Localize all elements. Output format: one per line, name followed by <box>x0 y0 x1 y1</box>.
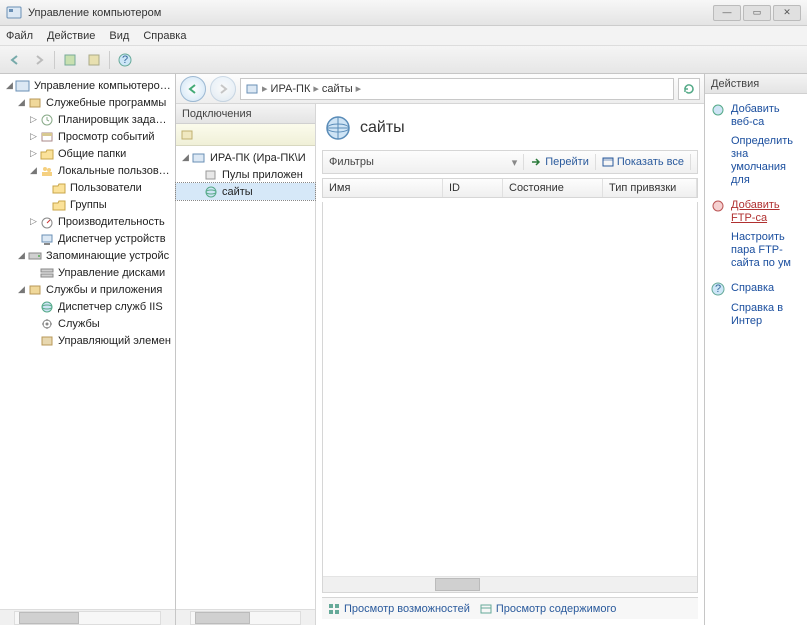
tree-scheduler[interactable]: ▷Планировщик заданий <box>0 111 175 128</box>
action-online-help[interactable]: Справка в Интер <box>711 299 801 331</box>
connections-tool-icon[interactable] <box>180 128 194 142</box>
connections-panel: Подключения ◢ИРА-ПК (Ира-ПК\И Пулы прило… <box>176 104 316 625</box>
action-ftp-defaults[interactable]: Настроить пара FTP-сайта по ум <box>711 228 801 273</box>
refresh-button[interactable] <box>678 78 700 100</box>
toolbar: ? <box>0 46 807 74</box>
menu-file[interactable]: Файл <box>6 30 33 42</box>
crumb-host[interactable]: ИРА-ПК <box>271 83 311 95</box>
action-add-site[interactable]: Добавить веб-са <box>711 100 801 132</box>
col-id[interactable]: ID <box>443 179 503 197</box>
back-button[interactable] <box>4 49 26 71</box>
crumb-node[interactable]: сайты <box>322 83 353 95</box>
breadcrumb[interactable]: ▸ ИРА-ПК ▸ сайты ▸ <box>240 78 674 100</box>
tool-button-1[interactable] <box>59 49 81 71</box>
window-title: Управление компьютером <box>28 7 161 19</box>
tree-services[interactable]: Службы <box>0 315 175 332</box>
tool-button-2[interactable] <box>83 49 105 71</box>
left-scrollbar[interactable] <box>0 609 175 625</box>
tab-features[interactable]: Просмотр возможностей <box>328 603 470 615</box>
tree-root[interactable]: ◢Управление компьютером (л <box>0 77 175 94</box>
nav-forward-button[interactable] <box>210 76 236 102</box>
filter-showall[interactable]: Показать все <box>602 156 684 168</box>
left-tree-panel: ◢Управление компьютером (л ◢Служебные пр… <box>0 74 176 625</box>
tree-users[interactable]: Пользователи <box>0 179 175 196</box>
action-add-ftp[interactable]: Добавить FTP-са <box>711 196 801 228</box>
connections-toolbar <box>176 124 315 146</box>
grid-body[interactable] <box>322 202 698 593</box>
tree-diskmgr[interactable]: Управление дисками <box>0 264 175 281</box>
conn-pools[interactable]: Пулы приложен <box>176 166 315 183</box>
filter-label: Фильтры <box>329 156 374 168</box>
tree-eventvwr[interactable]: ▷Просмотр событий <box>0 128 175 145</box>
conn-sites[interactable]: сайты <box>176 183 315 200</box>
tree-groups[interactable]: Группы <box>0 196 175 213</box>
tree-systools[interactable]: ◢Служебные программы <box>0 94 175 111</box>
svg-text:?: ? <box>122 54 128 66</box>
col-name[interactable]: Имя <box>323 179 443 197</box>
connections-tree[interactable]: ◢ИРА-ПК (Ира-ПК\И Пулы приложен сайты <box>176 146 315 609</box>
app-icon <box>6 5 22 21</box>
minimize-button[interactable]: — <box>713 5 741 21</box>
tree-services-apps[interactable]: ◢Службы и приложения <box>0 281 175 298</box>
forward-button[interactable] <box>28 49 50 71</box>
action-set-defaults[interactable]: Определить зна умолчания для <box>711 132 801 190</box>
tree-wmi[interactable]: Управляющий элемен <box>0 332 175 349</box>
center-panel: ▸ ИРА-ПК ▸ сайты ▸ Подключения ◢ИРА-ПК (… <box>176 74 705 625</box>
tree-localusers[interactable]: ◢Локальные пользовате <box>0 162 175 179</box>
close-button[interactable]: ✕ <box>773 5 801 21</box>
content-title-row: сайты <box>322 110 698 146</box>
maximize-button[interactable]: ▭ <box>743 5 771 21</box>
connections-header: Подключения <box>176 104 315 124</box>
svg-text:?: ? <box>715 283 721 295</box>
address-bar: ▸ ИРА-ПК ▸ сайты ▸ <box>176 74 704 104</box>
grid-header[interactable]: Имя ID Состояние Тип привязки <box>322 178 698 198</box>
server-icon <box>245 82 259 96</box>
conn-scrollbar[interactable] <box>176 609 315 625</box>
action-help[interactable]: ?Справка <box>711 279 801 299</box>
col-binding[interactable]: Тип привязки <box>603 179 697 197</box>
nav-back-button[interactable] <box>180 76 206 102</box>
tree-perf[interactable]: ▷Производительность <box>0 213 175 230</box>
filter-bar: Фильтры ▾ Перейти Показать все <box>322 150 698 174</box>
sites-icon <box>324 114 352 142</box>
mmc-tree[interactable]: ◢Управление компьютером (л ◢Служебные пр… <box>0 74 175 609</box>
help-button[interactable]: ? <box>114 49 136 71</box>
tree-shared[interactable]: ▷Общие папки <box>0 145 175 162</box>
menu-action[interactable]: Действие <box>47 30 95 42</box>
menu-view[interactable]: Вид <box>109 30 129 42</box>
actions-header: Действия <box>705 74 807 94</box>
grid-scrollbar[interactable] <box>323 576 697 592</box>
content-area: сайты Фильтры ▾ Перейти Показать все Имя… <box>316 104 704 625</box>
tree-devmgr[interactable]: Диспетчер устройств <box>0 230 175 247</box>
menu-bar: Файл Действие Вид Справка <box>0 26 807 46</box>
tab-content[interactable]: Просмотр содержимого <box>480 603 617 615</box>
filter-go[interactable]: Перейти <box>530 156 589 168</box>
actions-panel: Действия Добавить веб-са Определить зна … <box>705 74 807 625</box>
col-state[interactable]: Состояние <box>503 179 603 197</box>
tree-storage[interactable]: ◢Запоминающие устройс <box>0 247 175 264</box>
menu-help[interactable]: Справка <box>143 30 186 42</box>
window-titlebar: Управление компьютером — ▭ ✕ <box>0 0 807 26</box>
view-tabs: Просмотр возможностей Просмотр содержимо… <box>322 597 698 619</box>
tree-iis[interactable]: Диспетчер служб IIS <box>0 298 175 315</box>
conn-server[interactable]: ◢ИРА-ПК (Ира-ПК\И <box>176 149 315 166</box>
content-title: сайты <box>360 119 405 137</box>
